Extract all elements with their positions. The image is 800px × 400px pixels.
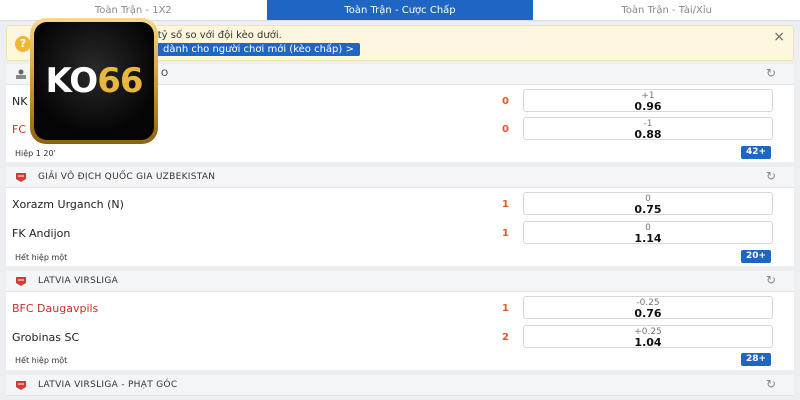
odds-price: 0.88 — [634, 128, 662, 141]
away-score: 1 — [502, 228, 509, 239]
league-header[interactable]: LATVIA VIRSLIGA ↻ — [6, 271, 794, 292]
odds-price: 0.96 — [634, 100, 662, 113]
league-header[interactable]: GIẢI VÔ ĐỊCH QUỐC GIA UZBEKISTAN ↻ — [6, 167, 794, 188]
away-odds-button[interactable]: -1 0.88 — [523, 117, 773, 140]
refresh-icon[interactable]: ↻ — [766, 273, 776, 287]
away-odds-button[interactable]: 0 1.14 — [523, 221, 773, 244]
away-odds-button[interactable]: +0.25 1.04 — [523, 325, 773, 348]
home-score: 1 — [502, 199, 509, 210]
match-card: Xorazm Urganch (N) 1 0 0.75 FK Andijon 1… — [6, 188, 794, 266]
home-odds-button[interactable]: -0.25 0.76 — [523, 296, 773, 319]
league-flag-icon — [16, 381, 26, 390]
tab-1x2[interactable]: Toàn Trận - 1X2 — [0, 0, 267, 20]
refresh-icon[interactable]: ↻ — [766, 66, 776, 80]
away-team[interactable]: FK Andijon — [12, 227, 70, 240]
league-name: LATVIA VIRSLIGA — [38, 276, 119, 286]
home-score: 0 — [502, 96, 509, 107]
home-team[interactable]: Xorazm Urganch (N) — [12, 198, 124, 211]
match-card: BFC Daugavpils 1 -0.25 0.76 Grobinas SC … — [6, 292, 794, 370]
close-icon[interactable]: × — [773, 29, 785, 45]
refresh-icon[interactable]: ↻ — [766, 169, 776, 183]
odds-price: 0.76 — [634, 307, 662, 320]
tab-over-under[interactable]: Toàn Trận - Tài/Xỉu — [533, 0, 800, 20]
tab-handicap[interactable]: Toàn Trận - Cược Chấp — [266, 0, 534, 20]
odds-price: 1.14 — [634, 232, 662, 245]
league-flag-icon — [16, 277, 26, 286]
ko66-logo: KO66 — [30, 18, 158, 144]
away-score: 2 — [502, 332, 509, 343]
more-markets-button[interactable]: 28+ — [741, 353, 772, 366]
logo-text-ko: KO — [45, 61, 98, 101]
match-status: Hết hiệp một — [15, 356, 68, 365]
league-name: LATVIA VIRSLIGA - PHẠT GÓC — [38, 380, 178, 390]
league-flag-icon — [16, 173, 26, 182]
new-player-link[interactable]: dành cho người chơi mới (kèo chấp) > — [157, 43, 360, 56]
refresh-icon[interactable]: ↻ — [766, 377, 776, 391]
home-team[interactable]: NK — [12, 95, 27, 108]
league-name: O — [161, 69, 169, 79]
away-team[interactable]: Grobinas SC — [12, 331, 79, 344]
odds-price: 1.04 — [634, 336, 662, 349]
more-markets-button[interactable]: 20+ — [741, 250, 772, 263]
league-flag-icon — [16, 69, 26, 79]
question-icon: ? — [15, 36, 31, 52]
home-odds-button[interactable]: +1 0.96 — [523, 89, 773, 112]
league-name: GIẢI VÔ ĐỊCH QUỐC GIA UZBEKISTAN — [38, 172, 216, 182]
away-score: 0 — [502, 124, 509, 135]
match-status: Hiệp 1 20' — [15, 149, 56, 158]
odds-price: 0.75 — [634, 203, 662, 216]
home-team[interactable]: BFC Daugavpils — [12, 302, 98, 315]
logo-text-66: 66 — [97, 61, 143, 101]
more-markets-button[interactable]: 42+ — [741, 146, 772, 159]
home-odds-button[interactable]: 0 0.75 — [523, 192, 773, 215]
league-header[interactable]: LATVIA VIRSLIGA - PHẠT GÓC ↻ — [6, 375, 794, 396]
home-score: 1 — [502, 303, 509, 314]
match-status: Hết hiệp một — [15, 253, 68, 262]
away-team[interactable]: FC — [12, 123, 26, 136]
